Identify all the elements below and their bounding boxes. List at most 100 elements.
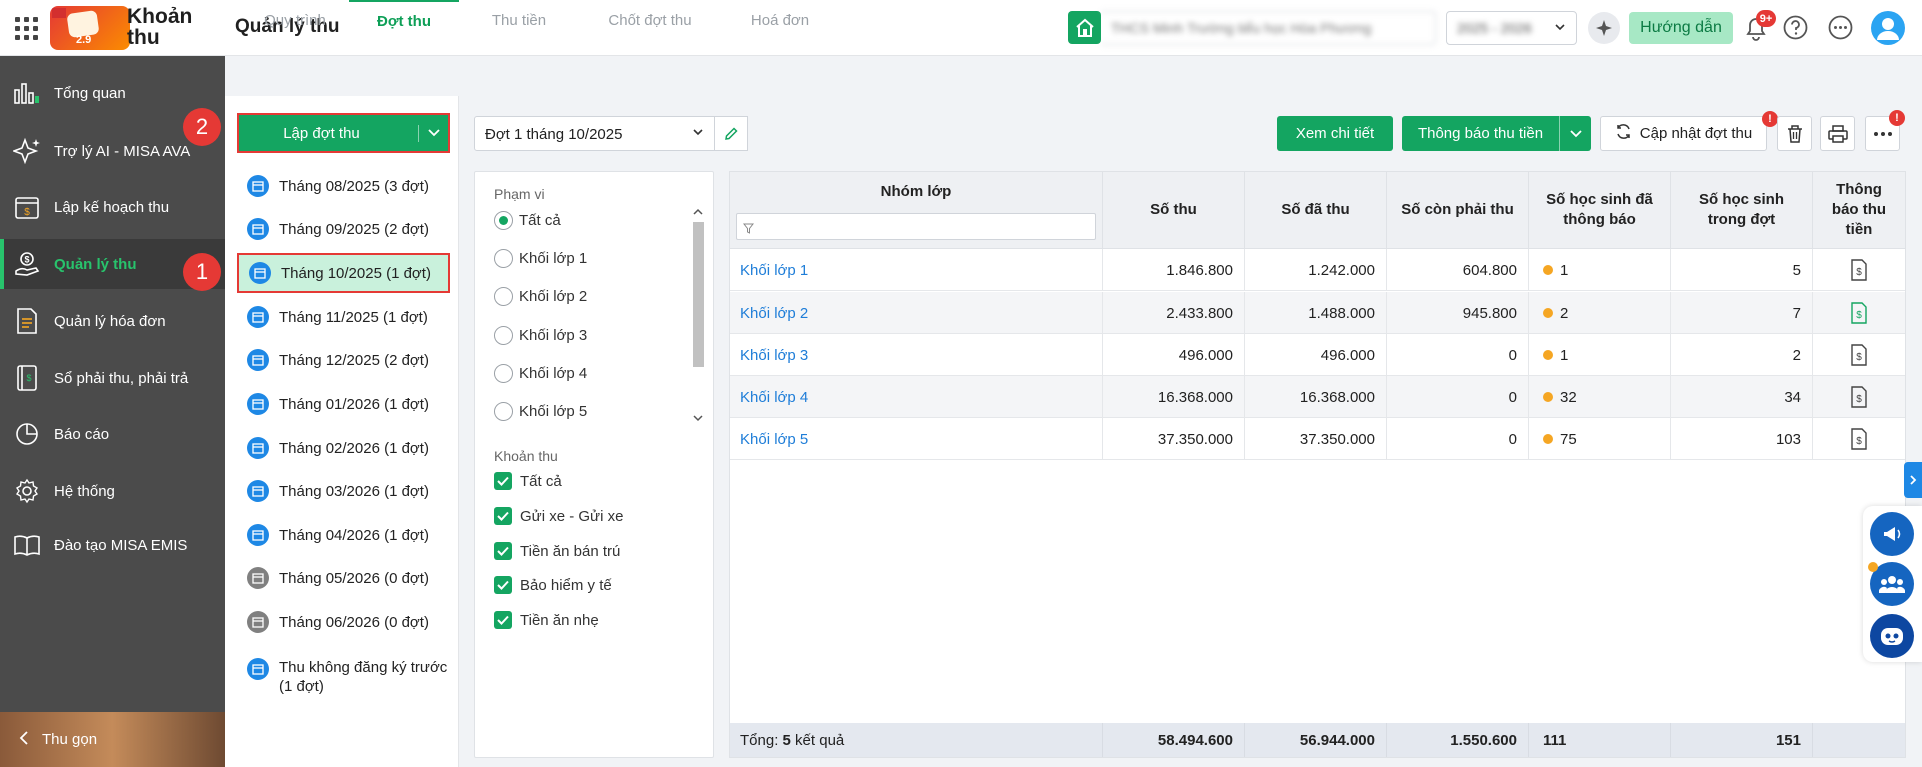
period-item[interactable]: Tháng 11/2025 (1 đợt)	[237, 297, 450, 337]
table-row[interactable]: Khối lớp 4 16.368.000 16.368.000 0 32 34…	[730, 376, 1905, 418]
group-link[interactable]: Khối lớp 1	[730, 249, 1103, 291]
sidebar-item-label: Hệ thống	[54, 482, 115, 500]
update-alert-badge: !	[1762, 111, 1778, 127]
footer-total: 58.494.600	[1103, 723, 1245, 757]
sidebar-item-plan[interactable]: $ Lập kế hoạch thu	[0, 182, 225, 232]
sidebar-item-ledger[interactable]: $ Sổ phải thu, phải trả	[0, 353, 225, 403]
scope-option[interactable]: Khối lớp 4	[494, 364, 587, 383]
sidebar-collapse-button[interactable]: Thu gọn	[0, 712, 225, 767]
period-item-selected[interactable]: Tháng 10/2025 (1 đợt)	[237, 253, 450, 293]
period-item[interactable]: Tháng 03/2026 (1 đợt)	[237, 471, 450, 511]
fee-option[interactable]: Tiền ăn bán trú	[494, 542, 620, 560]
column-header-total[interactable]: Số thu	[1103, 172, 1245, 249]
chevron-down-icon[interactable]	[1559, 116, 1591, 151]
create-period-button[interactable]: Lập đợt thu	[237, 113, 450, 153]
delete-trash-icon[interactable]	[1777, 116, 1812, 151]
scope-option[interactable]: Khối lớp 1	[494, 249, 587, 268]
notification-badge: 9+	[1756, 10, 1776, 27]
calendar-icon	[247, 658, 269, 680]
column-header-students[interactable]: Số học sinh trong đợt	[1671, 172, 1813, 249]
period-item[interactable]: Tháng 06/2026 (0 đợt)	[237, 602, 450, 642]
period-select-value: Đợt 1 tháng 10/2025	[485, 126, 623, 143]
fee-option-all[interactable]: Tất cả	[494, 472, 562, 490]
group-filter-input[interactable]	[736, 213, 1096, 240]
column-header-notified[interactable]: Số học sinh đã thông báo	[1529, 172, 1671, 249]
period-item[interactable]: Thu không đăng ký trước (1 đợt)	[237, 656, 450, 702]
calendar-icon	[247, 393, 269, 415]
invoice-icon	[12, 306, 42, 336]
tab-periods[interactable]: Đợt thu	[349, 0, 459, 40]
period-item[interactable]: Tháng 08/2025 (3 đợt)	[237, 166, 450, 206]
tab-collect[interactable]: Thu tiền	[465, 0, 573, 40]
cell-paid: 1.488.000	[1245, 292, 1387, 334]
period-select[interactable]: Đợt 1 tháng 10/2025	[474, 116, 715, 151]
table-row[interactable]: Khối lớp 1 1.846.800 1.242.000 604.800 1…	[730, 249, 1905, 291]
cell-total: 37.350.000	[1103, 418, 1245, 460]
print-icon[interactable]	[1820, 116, 1855, 151]
chatbot-icon[interactable]	[1870, 614, 1914, 658]
sidebar-item-invoice[interactable]: Quản lý hóa đơn	[0, 296, 225, 346]
column-header-remaining[interactable]: Số còn phải thu	[1387, 172, 1529, 249]
table-row[interactable]: Khối lớp 3 496.000 496.000 0 1 2 $	[730, 334, 1905, 376]
school-year-value: 2025 - 2026	[1457, 20, 1532, 36]
group-link[interactable]: Khối lớp 2	[730, 292, 1103, 334]
column-header-notice[interactable]: Thông báo thu tiền	[1813, 172, 1905, 249]
create-period-label: Lập đợt thu	[283, 124, 360, 142]
table-row[interactable]: Khối lớp 2 2.433.800 1.488.000 945.800 2…	[730, 292, 1905, 334]
view-detail-button[interactable]: Xem chi tiết	[1277, 116, 1393, 151]
help-icon[interactable]	[1782, 14, 1809, 41]
more-options-icon[interactable]	[1827, 14, 1854, 41]
calendar-icon	[247, 218, 269, 240]
table-row[interactable]: Khối lớp 5 37.350.000 37.350.000 0 75 10…	[730, 418, 1905, 460]
payment-notice-button[interactable]: Thông báo thu tiền	[1402, 116, 1591, 151]
period-item[interactable]: Tháng 05/2026 (0 đợt)	[237, 558, 450, 598]
scope-option[interactable]: Khối lớp 3	[494, 326, 587, 345]
user-avatar[interactable]	[1871, 11, 1905, 45]
group-link[interactable]: Khối lớp 4	[730, 376, 1103, 418]
app-grid-icon[interactable]	[12, 14, 38, 40]
scope-option-all[interactable]: Tất cả	[494, 211, 561, 230]
cell-paid: 1.242.000	[1245, 249, 1387, 291]
fee-option[interactable]: Bảo hiểm y tế	[494, 576, 612, 594]
guide-button[interactable]: Hướng dẫn	[1629, 12, 1733, 44]
payment-notice-doc-icon[interactable]: $	[1813, 376, 1905, 418]
school-name-field[interactable]: THCS Minh Trường tiểu học Hòa Phương	[1101, 11, 1436, 45]
edit-pencil-icon[interactable]	[714, 116, 748, 151]
fee-option[interactable]: Tiền ăn nhẹ	[494, 611, 599, 629]
sidebar-item-training[interactable]: Đào tạo MISA EMIS	[0, 520, 225, 570]
period-item[interactable]: Tháng 09/2025 (2 đợt)	[237, 209, 450, 249]
period-item[interactable]: Tháng 02/2026 (1 đợt)	[237, 428, 450, 468]
group-link[interactable]: Khối lớp 3	[730, 334, 1103, 376]
sidebar-item-label: Quản lý hóa đơn	[54, 312, 166, 330]
update-period-button[interactable]: Cập nhật đợt thu	[1600, 116, 1767, 151]
calendar-money-icon: $	[12, 192, 42, 222]
group-link[interactable]: Khối lớp 5	[730, 418, 1103, 460]
sidebar-item-system[interactable]: Hệ thống	[0, 466, 225, 516]
payment-notice-doc-icon[interactable]: $	[1813, 334, 1905, 376]
sidebar-item-report[interactable]: Báo cáo	[0, 409, 225, 459]
scrollbar-thumb[interactable]	[693, 222, 704, 367]
scope-option[interactable]: Khối lớp 2	[494, 287, 587, 306]
cell-students: 2	[1671, 334, 1813, 376]
side-panel-toggle[interactable]	[1904, 462, 1922, 498]
chevron-down-icon[interactable]	[418, 124, 448, 142]
step-badge-1: 1	[183, 253, 221, 291]
column-header-paid[interactable]: Số đã thu	[1245, 172, 1387, 249]
scope-option[interactable]: Khối lớp 5	[494, 402, 587, 421]
payment-notice-doc-icon[interactable]: $	[1813, 249, 1905, 291]
tab-close-period[interactable]: Chốt đợt thu	[580, 0, 720, 40]
ai-assistant-icon[interactable]	[1588, 12, 1620, 44]
checkbox-checked-icon	[494, 472, 512, 490]
period-item[interactable]: Tháng 12/2025 (2 đợt)	[237, 340, 450, 380]
payment-notice-doc-icon[interactable]: $	[1813, 418, 1905, 460]
payment-notice-doc-icon[interactable]: $	[1813, 292, 1905, 334]
period-item[interactable]: Tháng 04/2026 (1 đợt)	[237, 515, 450, 555]
tab-invoice[interactable]: Hoá đơn	[725, 0, 835, 40]
tab-process[interactable]: Quy trình	[240, 0, 350, 40]
radio-empty	[494, 402, 513, 421]
school-home-icon[interactable]	[1068, 11, 1101, 44]
period-item[interactable]: Tháng 01/2026 (1 đợt)	[237, 384, 450, 424]
school-year-select[interactable]: 2025 - 2026	[1446, 11, 1577, 45]
announcement-icon[interactable]	[1870, 512, 1914, 556]
fee-option[interactable]: Gửi xe - Gửi xe	[494, 507, 623, 525]
